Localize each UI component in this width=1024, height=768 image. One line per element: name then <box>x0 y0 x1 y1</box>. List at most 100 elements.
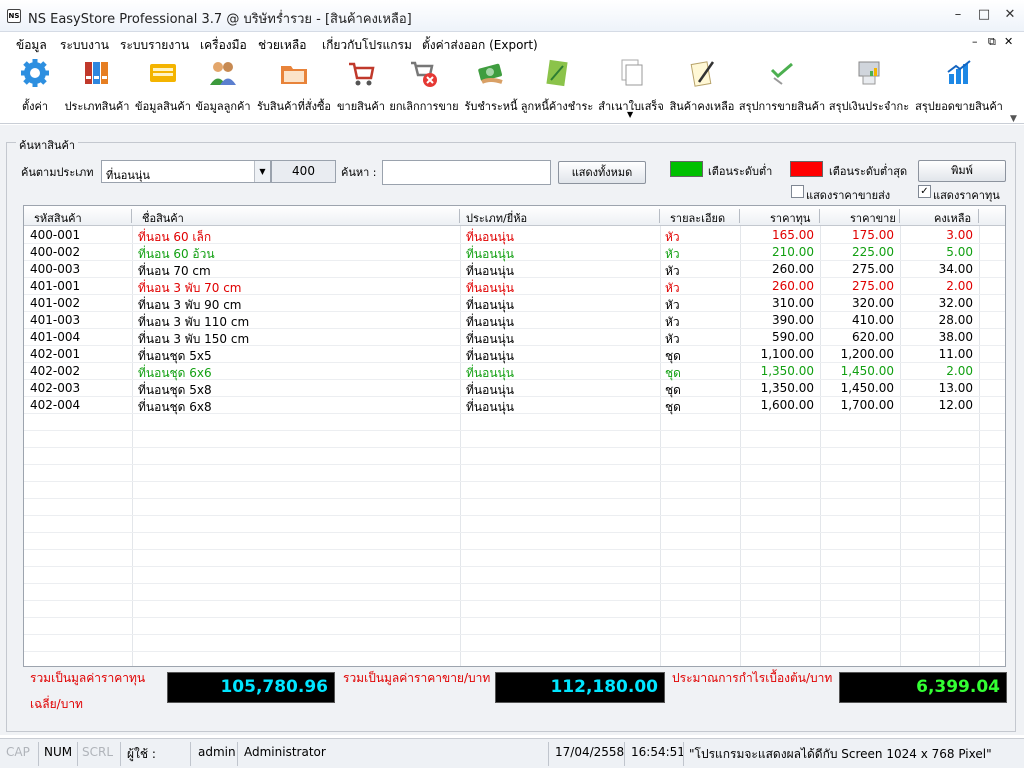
menu-about[interactable]: เกี่ยวกับโปรแกรม <box>322 36 412 55</box>
status-divider <box>624 742 625 766</box>
column-header-code[interactable]: รหัสสินค้า <box>34 209 82 227</box>
column-header-category[interactable]: ประเภท/ยี่ห้อ <box>466 209 527 227</box>
cell-stock: 5.00 <box>946 245 973 259</box>
cell-cost: 310.00 <box>772 296 814 310</box>
toolbar-settings-button[interactable]: ตั้งค่า <box>14 58 56 118</box>
column-divider[interactable] <box>978 209 979 223</box>
print-button[interactable]: พิมพ์ <box>918 160 1006 182</box>
sale-total-value: 112,180.00 <box>495 672 665 703</box>
menu-reports[interactable]: ระบบรายงาน <box>120 36 189 55</box>
search-input[interactable] <box>382 160 551 185</box>
grid-line <box>24 498 1005 499</box>
cell-cost: 1,100.00 <box>760 347 814 361</box>
show-all-button[interactable]: แสดงทั้งหมด <box>558 161 646 184</box>
table-row[interactable]: 401-004 ที่นอน 3 พับ 150 cm ที่นอนนุ่น หัว 5… <box>24 329 1005 346</box>
cell-code: 401-004 <box>30 330 81 344</box>
column-header-detail[interactable]: รายละเอียด <box>670 209 725 227</box>
mdi-close-button[interactable]: ✕ <box>1004 35 1013 48</box>
warn-min-swatch <box>790 161 823 177</box>
cell-cost: 165.00 <box>772 228 814 242</box>
column-header-stock[interactable]: คงเหลือ <box>934 209 971 227</box>
profit-estimate-value: 6,399.04 <box>839 672 1007 703</box>
column-header-name[interactable]: ชื่อสินค้า <box>142 209 184 227</box>
grid-line <box>24 634 1005 635</box>
maximize-button[interactable]: □ <box>974 6 994 24</box>
column-divider[interactable] <box>659 209 660 223</box>
cell-price: 1,200.00 <box>840 347 894 361</box>
menu-tools[interactable]: เครื่องมือ <box>200 36 247 55</box>
table-row[interactable]: 402-002 ที่นอนชุด 6x6 ที่นอนนุ่น ชุด 1,350.0… <box>24 363 1005 380</box>
toolbar-stock-button[interactable]: สินค้าคงเหลือ <box>666 58 738 118</box>
grid-line <box>24 481 1005 482</box>
num-lock-indicator: NUM <box>44 745 73 759</box>
column-header-price[interactable]: ราคาขาย <box>850 209 896 227</box>
column-divider[interactable] <box>739 209 740 223</box>
folder-icon <box>281 66 307 84</box>
mdi-minimize-button[interactable]: – <box>972 35 978 48</box>
cell-price: 1,450.00 <box>840 381 894 395</box>
toolbar-payment-button[interactable]: รับชำระหนี้ <box>462 58 520 118</box>
cost-total-label: รวมเป็นมูลค่าราคาทุน <box>30 671 146 685</box>
toolbar-label: สรุปยอดขายสินค้า <box>915 100 1003 113</box>
menu-help[interactable]: ช่วยเหลือ <box>258 36 307 55</box>
status-message: "โปรแกรมจะแสดงผลได้ดีกับ Screen 1024 x 7… <box>689 747 992 761</box>
menu-system[interactable]: ระบบงาน <box>60 36 109 55</box>
toolbar-label: ข้อมูลสินค้า <box>135 100 191 113</box>
column-divider[interactable] <box>819 209 820 223</box>
column-header-cost[interactable]: ราคาทุน <box>770 209 810 227</box>
column-divider[interactable] <box>459 209 460 223</box>
show-wholesale-label: แสดงราคาขายส่ง <box>806 189 891 202</box>
cell-price: 410.00 <box>852 313 894 327</box>
toolbar-label: สรุปเงินประจำกะ <box>828 100 910 113</box>
table-row[interactable]: 401-001 ที่นอน 3 พับ 70 cm ที่นอนนุ่น หัว 26… <box>24 278 1005 295</box>
toolbar-label: สินค้าคงเหลือ <box>669 100 735 113</box>
cell-cost: 590.00 <box>772 330 814 344</box>
table-row[interactable]: 402-004 ที่นอนชุด 6x8 ที่นอนนุ่น ชุด 1,600.0… <box>24 397 1005 414</box>
cell-name: ที่นอนชุด 6x8 <box>138 400 212 414</box>
toolbar-debtors-button[interactable]: ลูกหนี้ค้างชำระ <box>518 58 596 118</box>
show-wholesale-checkbox[interactable] <box>791 185 804 198</box>
dropdown-arrow-icon[interactable]: ▼ <box>627 110 633 119</box>
warn-min-label: เตือนระดับต่ำสุด <box>829 165 908 178</box>
grid-line <box>24 583 1005 584</box>
toolbar-label: ข้อมูลลูกค้า <box>195 100 251 113</box>
close-button[interactable]: ✕ <box>1000 6 1020 24</box>
toolbar-products-button[interactable]: ข้อมูลสินค้า <box>134 58 192 118</box>
table-row[interactable]: 400-001 ที่นอน 60 เล็ก ที่นอนนุ่น หัว 165.00… <box>24 227 1005 244</box>
chevron-down-icon[interactable]: ▼ <box>254 161 270 182</box>
cell-category: ที่นอนนุ่น <box>466 400 514 414</box>
column-divider[interactable] <box>899 209 900 223</box>
menu-data[interactable]: ข้อมูล <box>16 36 47 55</box>
cell-stock: 12.00 <box>938 398 973 412</box>
toolbar-receipt-copy-button[interactable]: สำเนาใบเสร็จ ▼ <box>596 58 666 119</box>
category-select[interactable]: ที่นอนนุ่น ▼ <box>101 160 271 183</box>
cell-code: 401-001 <box>30 279 81 293</box>
table-row[interactable]: 401-003 ที่นอน 3 พับ 110 cm ที่นอนนุ่น หัว 3… <box>24 312 1005 329</box>
toolbar-sales-summary-button[interactable]: สรุปการขายสินค้า <box>738 58 826 118</box>
table-row[interactable]: 400-002 ที่นอน 60 อ้วน ที่นอนนุ่น หัว 210.00… <box>24 244 1005 261</box>
toolbar-sell-button[interactable]: ขายสินค้า <box>336 58 386 118</box>
cost-total-label-2: เฉลี่ย/บาท <box>30 697 83 711</box>
cell-price: 225.00 <box>852 245 894 259</box>
status-divider <box>120 742 121 766</box>
toolbar-categories-button[interactable]: ประเภทสินค้า <box>60 58 134 118</box>
minimize-button[interactable]: – <box>948 6 968 24</box>
toolbar-shift-summary-button[interactable]: สรุปเงินประจำกะ <box>826 58 912 118</box>
menu-export[interactable]: ตั้งค่าส่งออก (Export) <box>422 36 538 55</box>
cell-code: 400-003 <box>30 262 81 276</box>
toolbar-customers-button[interactable]: ข้อมูลลูกค้า <box>194 58 252 118</box>
table-row[interactable]: 400-003 ที่นอน 70 cm ที่นอนนุ่น หัว 260.00 27… <box>24 261 1005 278</box>
toolbar-receive-button[interactable]: รับสินค้าที่สั่งซื้อ <box>252 58 336 118</box>
toolbar-label: รับสินค้าที่สั่งซื้อ <box>256 100 332 113</box>
category-code-field: 400 <box>271 160 336 183</box>
column-divider[interactable] <box>131 209 132 223</box>
mdi-restore-button[interactable]: ⧉ <box>988 35 996 49</box>
table-row[interactable]: 401-002 ที่นอน 3 พับ 90 cm ที่นอนนุ่น หัว 31… <box>24 295 1005 312</box>
show-cost-checkbox[interactable]: ✓ <box>918 185 931 198</box>
toolbar-sales-total-button[interactable]: สรุปยอดขายสินค้า <box>912 58 1006 118</box>
table-row[interactable]: 402-001 ที่นอนชุด 5x5 ที่นอนนุ่น ชุด 1,100.0… <box>24 346 1005 363</box>
toolbar-scroll-icon[interactable]: ▼ <box>1010 114 1017 124</box>
cell-stock: 2.00 <box>946 279 973 293</box>
table-row[interactable]: 402-003 ที่นอนชุด 5x8 ที่นอนนุ่น ชุด 1,350.0… <box>24 380 1005 397</box>
toolbar-cancel-sale-button[interactable]: ยกเลิกการขาย <box>386 58 462 118</box>
